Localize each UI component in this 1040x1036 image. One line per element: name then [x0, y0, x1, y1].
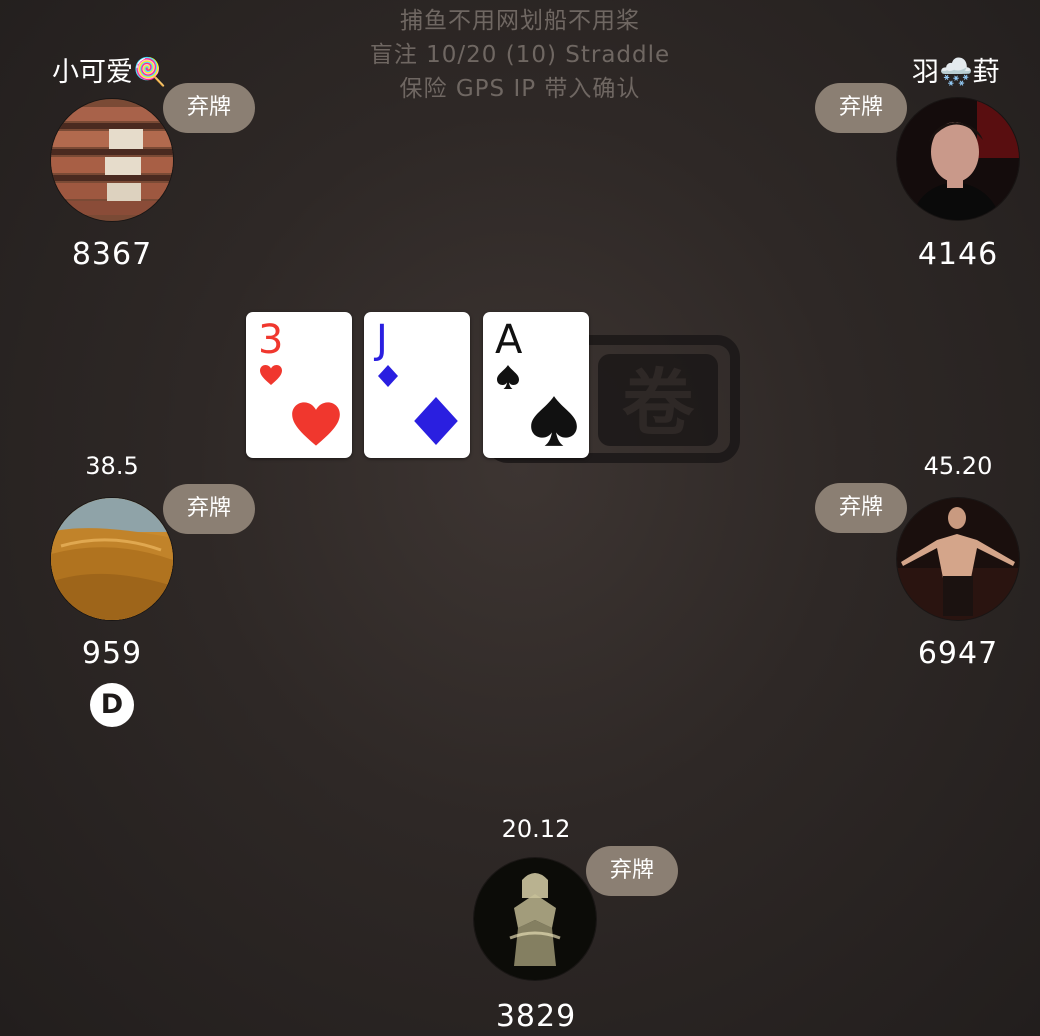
- board-card-1: 3: [246, 312, 352, 458]
- avatar-mid-left[interactable]: [51, 498, 173, 620]
- fold-badge-mid-right: 弃牌: [815, 483, 907, 533]
- card-rank: 3: [258, 317, 284, 363]
- card-rank: A: [495, 317, 523, 363]
- table-name: 捕鱼不用网划船不用桨: [400, 8, 640, 34]
- fold-badge-mid-left: 弃牌: [163, 484, 255, 534]
- spade-icon: [497, 365, 519, 389]
- fold-badge-bottom: 弃牌: [586, 846, 678, 896]
- stack-top-right: 4146: [917, 237, 999, 272]
- heart-icon: [292, 402, 340, 446]
- watermark-glyph: 卷: [622, 361, 695, 445]
- bet-mid-right: 45.20: [923, 452, 993, 480]
- fold-badge-top-right: 弃牌: [815, 83, 907, 133]
- dealer-button: D: [90, 683, 134, 727]
- card-rank: J: [376, 317, 388, 363]
- bet-mid-left: 38.5: [85, 452, 139, 480]
- avatar-top-left[interactable]: [51, 99, 173, 221]
- avatar-mid-right[interactable]: [897, 498, 1019, 620]
- avatar-top-right[interactable]: [897, 98, 1019, 220]
- board-card-2: J: [364, 312, 470, 458]
- stack-top-left: 8367: [71, 237, 153, 272]
- bet-bottom: 20.12: [501, 815, 571, 843]
- board-card-3: A: [483, 312, 589, 458]
- diamond-icon: [414, 397, 458, 445]
- heart-icon: [260, 365, 282, 385]
- player-name-top-right: 羽🌨️葑: [912, 57, 1000, 88]
- player-name-top-left: 小可爱🍭: [52, 57, 167, 88]
- fold-badge-top-left: 弃牌: [163, 83, 255, 133]
- stack-mid-left: 959: [81, 636, 143, 671]
- stack-bottom: 3829: [495, 999, 577, 1034]
- diamond-icon: [378, 365, 398, 387]
- stack-mid-right: 6947: [917, 636, 999, 671]
- avatar-bottom[interactable]: [474, 858, 596, 980]
- spade-icon: [531, 396, 577, 446]
